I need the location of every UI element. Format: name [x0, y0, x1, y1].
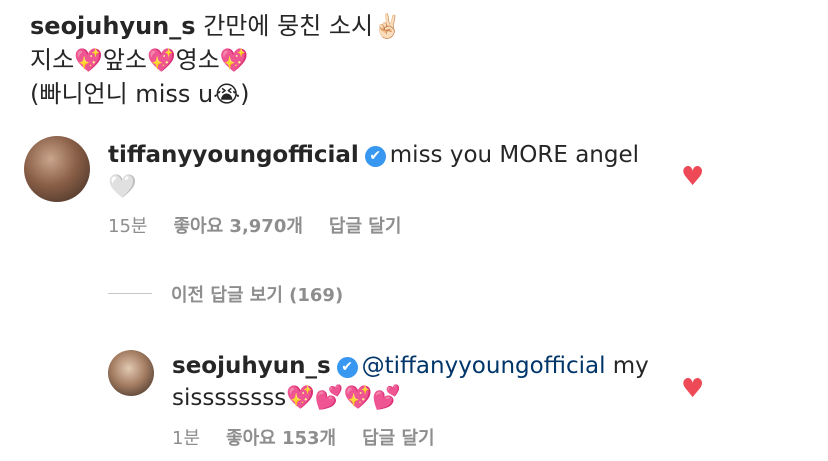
reply-text: seojuhyun_s ✔ @tiffanyyoungofficial my sis…: [172, 350, 672, 414]
caption-username[interactable]: seojuhyun_s: [30, 12, 196, 40]
like-heart-icon[interactable]: ♥: [681, 164, 704, 190]
white-heart-emoji: 🤍: [108, 174, 137, 200]
comment-timestamp: 15분: [108, 216, 148, 237]
comment-body: miss you MORE angel: [389, 142, 640, 168]
mention-link[interactable]: @tiffanyyoungofficial: [362, 353, 606, 379]
reply-timestamp: 1분: [172, 428, 201, 449]
sparkling-heart-emoji: 💖: [219, 48, 249, 74]
comment-username[interactable]: tiffanyyoungofficial: [108, 142, 359, 168]
sparkling-heart-emoji: 💖: [146, 48, 176, 74]
comment-likes-count[interactable]: 좋아요 3,970개: [173, 216, 302, 237]
caption-word-1: 지소: [30, 46, 75, 74]
reply-button[interactable]: 답글 달기: [362, 428, 435, 449]
sparkling-heart-emoji: 💖: [74, 48, 103, 74]
reply-username[interactable]: seojuhyun_s: [172, 353, 331, 379]
replies-divider: [108, 293, 152, 294]
victory-hand-emoji: ✌🏻: [373, 14, 402, 40]
caption-word-3: 영소: [175, 46, 220, 74]
view-previous-replies-button[interactable]: 이전 답글 보기 (169): [171, 281, 343, 307]
post-caption: seojuhyun_s 간만에 뭉친 소시✌🏻 지소💖앞소💖영소💖 (빠니언니 …: [30, 10, 810, 112]
reply-likes-count[interactable]: 좋아요 153개: [226, 428, 336, 449]
caption-word-2: 앞소: [102, 46, 147, 74]
comment-meta: 15분 좋아요 3,970개 답글 달기: [108, 212, 427, 238]
caption-text-3: (빠니언니 miss u: [30, 80, 214, 108]
verified-badge-icon: ✔: [364, 146, 386, 167]
reply-body-tail: my: [605, 353, 649, 379]
reply-meta: 1분 좋아요 153개 답글 달기: [172, 424, 461, 450]
comment-text: tiffanyyoungofficial ✔ miss you MORE angel…: [108, 139, 668, 203]
caption-line-3: (빠니언니 miss u😭): [30, 78, 810, 112]
avatar[interactable]: [108, 350, 154, 396]
caption-text-1: 간만에 뭉친 소시: [203, 12, 374, 40]
reply-button[interactable]: 답글 달기: [329, 216, 402, 237]
caption-text-3-suffix: ): [240, 80, 250, 108]
hearts-emoji-group: 💖💕💖💕: [286, 385, 401, 411]
verified-badge-icon: ✔: [336, 357, 358, 378]
caption-line-1: seojuhyun_s 간만에 뭉친 소시✌🏻: [30, 10, 810, 44]
reply-body-line2: sissssssss: [172, 385, 287, 411]
like-heart-icon[interactable]: ♥: [681, 376, 704, 402]
crying-face-emoji: 😭: [213, 82, 241, 108]
caption-line-2: 지소💖앞소💖영소💖: [30, 44, 810, 78]
avatar[interactable]: [24, 136, 90, 202]
